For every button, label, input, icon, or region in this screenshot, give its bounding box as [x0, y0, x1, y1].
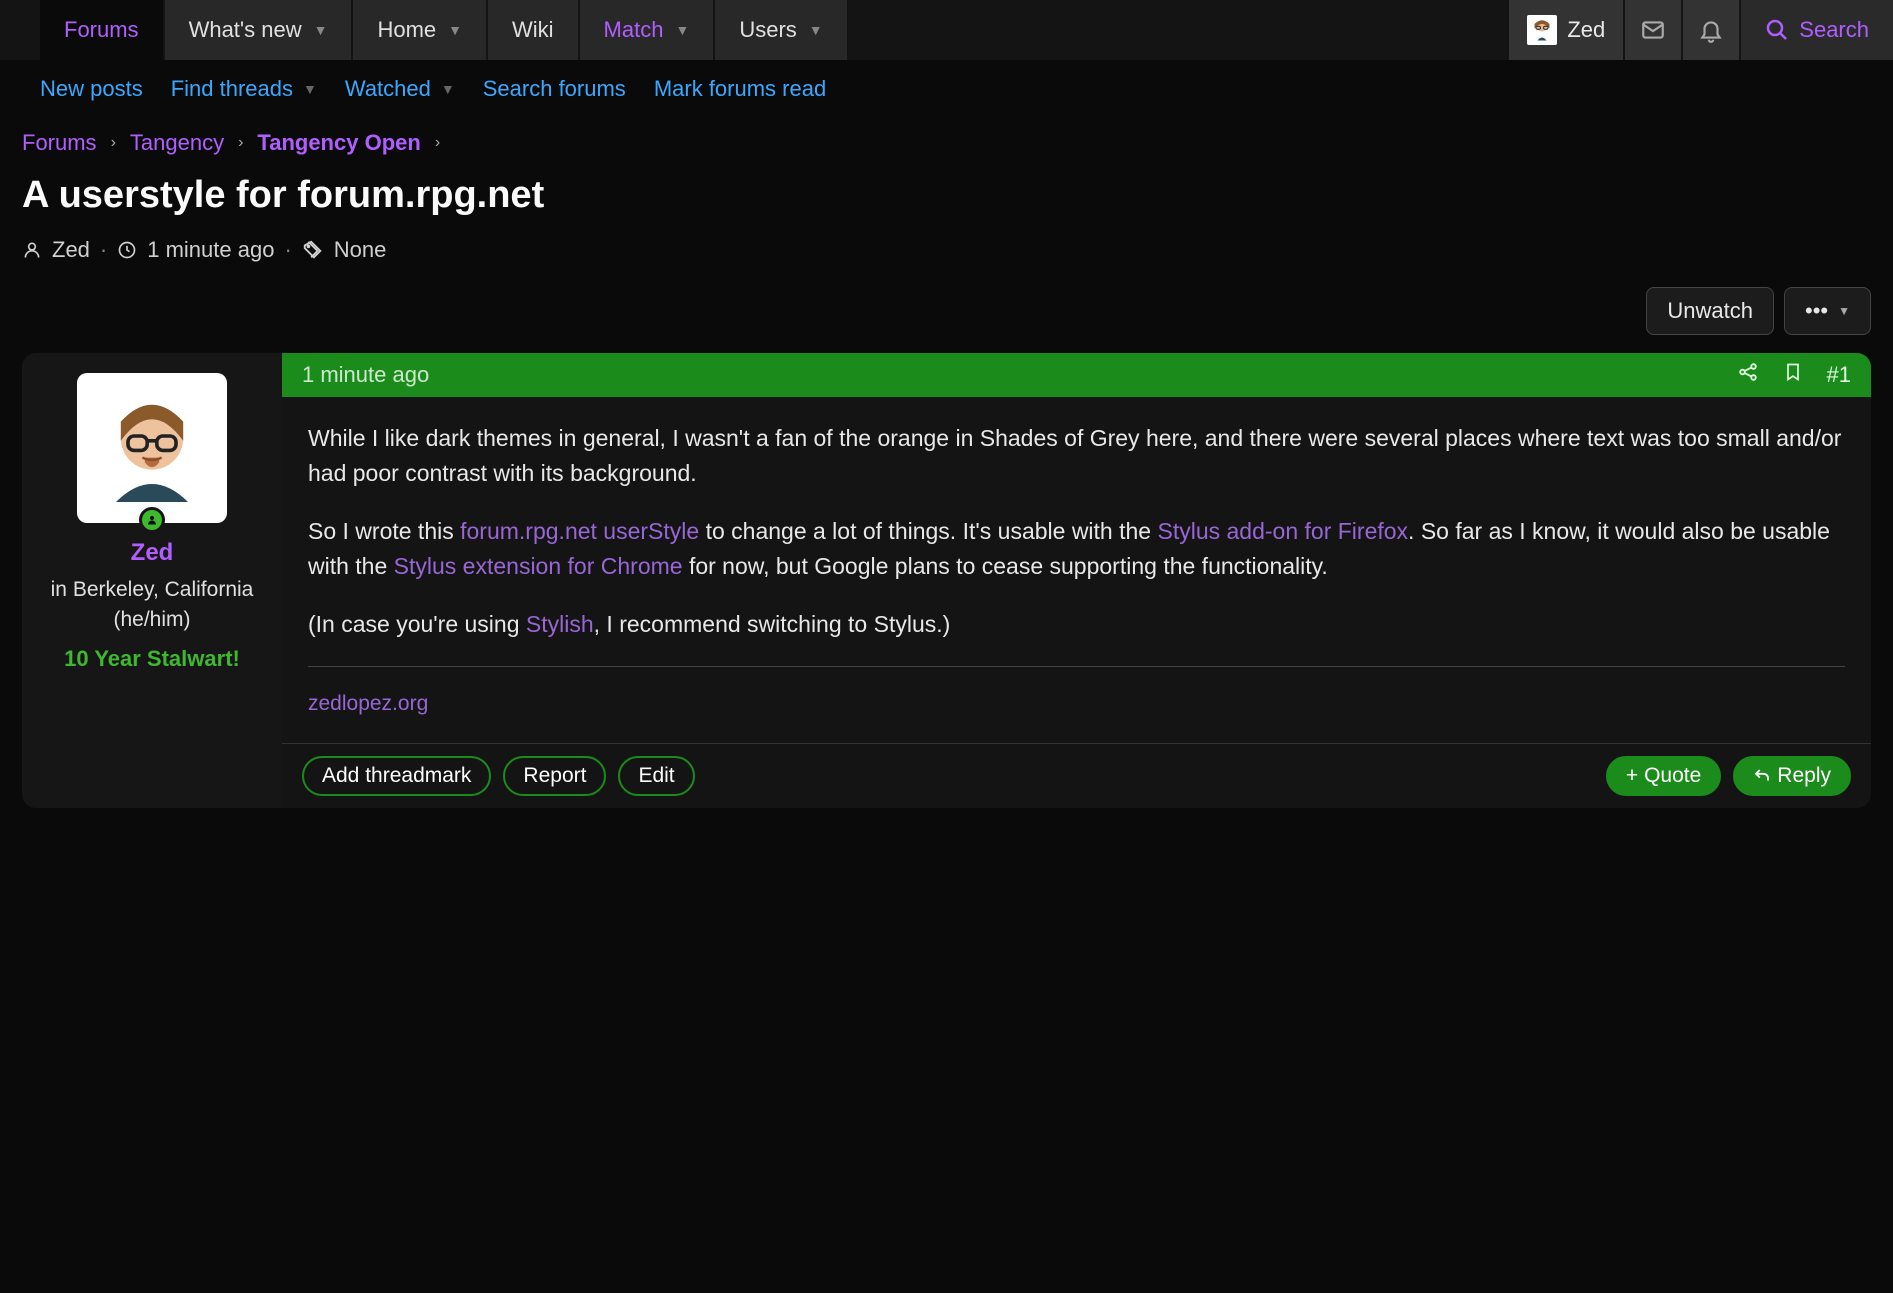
post-paragraph: So I wrote this forum.rpg.net userStyle …	[308, 514, 1845, 583]
crumb-tangency[interactable]: Tangency	[130, 130, 224, 156]
link-stylus-firefox[interactable]: Stylus add-on for Firefox	[1157, 518, 1408, 544]
nav-tab-home[interactable]: Home ▼	[353, 0, 486, 60]
share-icon	[1737, 361, 1759, 383]
subnav-newposts[interactable]: New posts	[40, 76, 143, 102]
post-user-pronouns: (he/him)	[34, 608, 270, 632]
bell-icon	[1698, 17, 1724, 43]
sub-nav: New posts Find threads ▼ Watched ▼ Searc…	[0, 60, 1893, 118]
crumb-tangency-open[interactable]: Tangency Open	[257, 130, 420, 156]
tags-icon	[302, 239, 324, 261]
nav-tab-label: Home	[377, 17, 436, 43]
nav-tab-whatsnew[interactable]: What's new ▼	[165, 0, 352, 60]
bookmark-icon	[1783, 361, 1803, 383]
post-actions: Add threadmark Report Edit + Quote Reply	[282, 743, 1871, 808]
inbox-button[interactable]	[1625, 0, 1681, 60]
chevron-down-icon: ▼	[675, 22, 689, 38]
nav-tabs: Forums What's new ▼ Home ▼ Wiki Match ▼ …	[40, 0, 849, 60]
nav-tab-users[interactable]: Users ▼	[715, 0, 846, 60]
post-body: While I like dark themes in general, I w…	[282, 397, 1871, 743]
thread-title: A userstyle for forum.rpg.net	[22, 174, 1871, 217]
clock-icon	[117, 240, 137, 260]
post-paragraph: While I like dark themes in general, I w…	[308, 421, 1845, 490]
post-user-title: in Berkeley, California	[34, 575, 270, 604]
thread-author[interactable]: Zed	[52, 237, 90, 263]
post-user-panel: Zed in Berkeley, California (he/him) 10 …	[22, 353, 282, 808]
plus-icon: +	[1626, 764, 1638, 788]
chevron-right-icon: ›	[238, 134, 243, 152]
subnav-markread[interactable]: Mark forums read	[654, 76, 826, 102]
post-paragraph: (In case you're using Stylish, I recomme…	[308, 607, 1845, 642]
unwatch-button[interactable]: Unwatch	[1646, 287, 1774, 335]
user-name: Zed	[1567, 17, 1605, 43]
share-button[interactable]	[1737, 361, 1759, 389]
nav-tab-label: Users	[739, 17, 796, 43]
chevron-right-icon: ›	[111, 134, 116, 152]
breadcrumb: Forums › Tangency › Tangency Open ›	[0, 118, 1893, 164]
quote-button[interactable]: + Quote	[1606, 756, 1721, 796]
chevron-down-icon: ▼	[809, 22, 823, 38]
user-menu[interactable]: Zed	[1509, 0, 1623, 60]
link-stylish[interactable]: Stylish	[526, 611, 594, 637]
mail-icon	[1640, 17, 1666, 43]
thread-actions: Unwatch ••• ▼	[0, 277, 1893, 353]
thread-tags[interactable]: None	[334, 237, 387, 263]
post-user-badge: 10 Year Stalwart!	[34, 646, 270, 672]
search-icon	[1765, 18, 1789, 42]
online-indicator-icon	[139, 507, 165, 533]
post-number[interactable]: #1	[1827, 362, 1851, 388]
search-button[interactable]: Search	[1741, 0, 1893, 60]
post-time[interactable]: 1 minute ago	[302, 362, 429, 388]
avatar-small	[1527, 15, 1557, 45]
user-icon	[22, 240, 42, 260]
report-button[interactable]: Report	[503, 756, 606, 796]
subnav-watched[interactable]: Watched	[345, 76, 431, 102]
post-username[interactable]: Zed	[34, 539, 270, 567]
chevron-down-icon: ▼	[1838, 304, 1850, 318]
post-header: 1 minute ago #1	[282, 353, 1871, 397]
add-threadmark-button[interactable]: Add threadmark	[302, 756, 491, 796]
ellipsis-icon: •••	[1805, 298, 1828, 324]
nav-tab-label: What's new	[189, 17, 302, 43]
avatar-image	[92, 388, 212, 508]
chevron-right-icon: ›	[435, 134, 440, 152]
top-nav: Forums What's new ▼ Home ▼ Wiki Match ▼ …	[0, 0, 1893, 60]
nav-tab-label: Wiki	[512, 17, 554, 43]
search-label: Search	[1799, 17, 1869, 43]
nav-tab-wiki[interactable]: Wiki	[488, 0, 578, 60]
chevron-down-icon[interactable]: ▼	[303, 81, 317, 97]
thread-meta: Zed · 1 minute ago · None	[0, 223, 1893, 277]
chevron-down-icon: ▼	[314, 22, 328, 38]
alerts-button[interactable]	[1683, 0, 1739, 60]
crumb-forums[interactable]: Forums	[22, 130, 97, 156]
reply-icon	[1753, 767, 1771, 785]
subnav-findthreads[interactable]: Find threads	[171, 76, 293, 102]
subnav-searchforums[interactable]: Search forums	[483, 76, 626, 102]
nav-tab-label: Match	[604, 17, 664, 43]
nav-tab-forums[interactable]: Forums	[40, 0, 163, 60]
nav-tab-match[interactable]: Match ▼	[580, 0, 714, 60]
edit-button[interactable]: Edit	[618, 756, 694, 796]
thread-time: 1 minute ago	[147, 237, 274, 263]
signature-divider	[308, 666, 1845, 667]
post-content-panel: 1 minute ago #1 While I like dark themes…	[282, 353, 1871, 808]
more-menu-button[interactable]: ••• ▼	[1784, 287, 1871, 335]
chevron-down-icon[interactable]: ▼	[441, 81, 455, 97]
post: Zed in Berkeley, California (he/him) 10 …	[0, 353, 1893, 830]
avatar[interactable]	[77, 373, 227, 523]
link-stylus-chrome[interactable]: Stylus extension for Chrome	[394, 553, 683, 579]
link-userstyle[interactable]: forum.rpg.net userStyle	[460, 518, 699, 544]
reply-button[interactable]: Reply	[1733, 756, 1851, 796]
chevron-down-icon: ▼	[448, 22, 462, 38]
nav-tab-label: Forums	[64, 17, 139, 43]
signature-link[interactable]: zedlopez.org	[308, 692, 428, 715]
bookmark-button[interactable]	[1783, 361, 1803, 389]
